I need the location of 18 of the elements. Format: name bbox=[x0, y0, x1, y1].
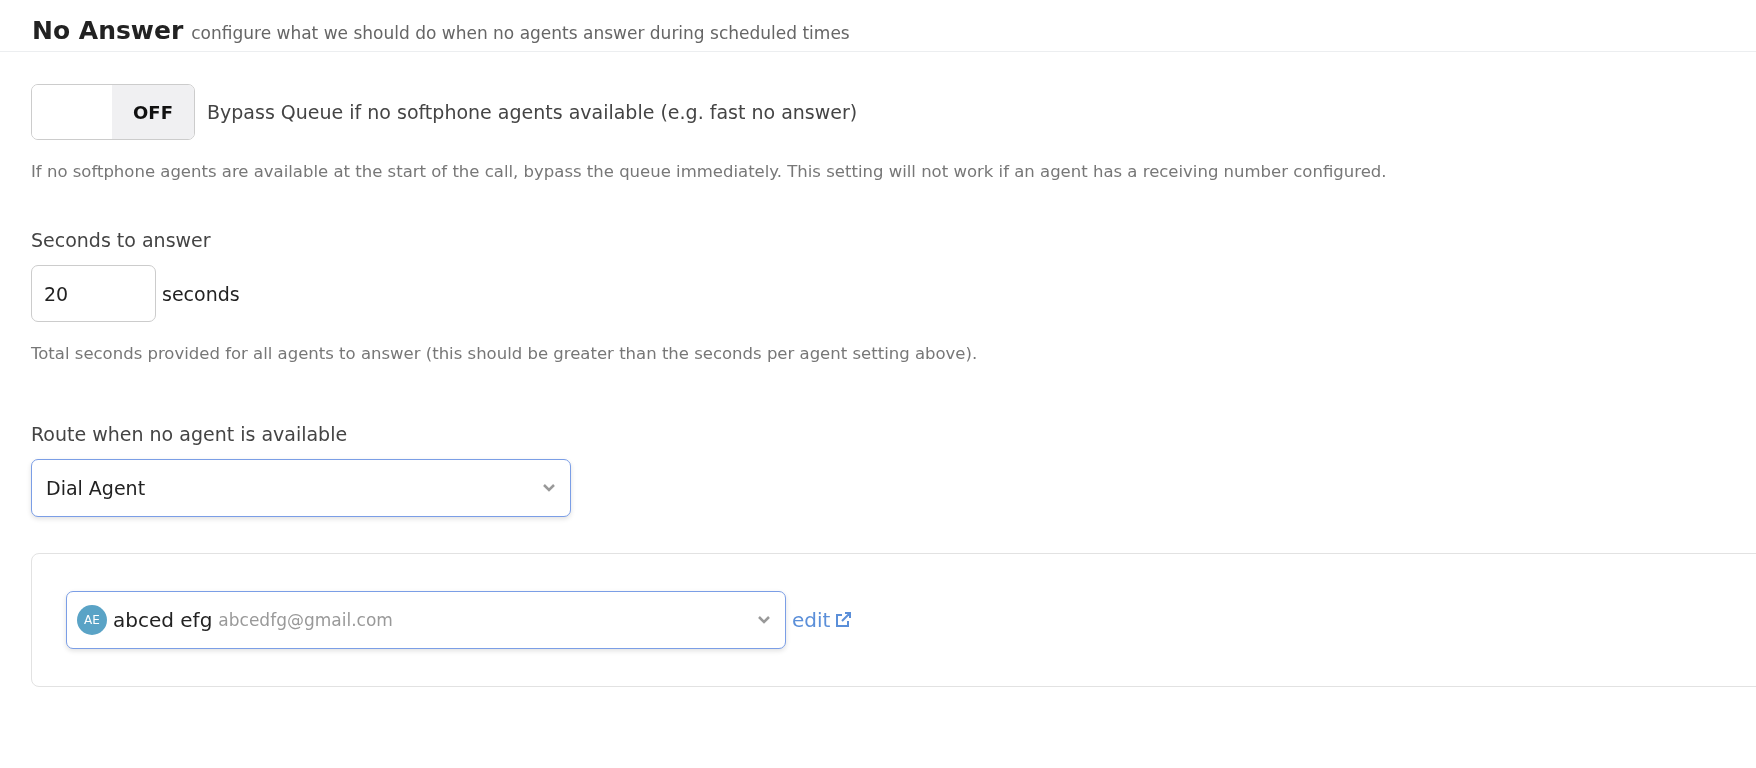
agent-dropdown[interactable]: AE abced efg abcedfg@gmail.com bbox=[66, 591, 786, 649]
help-text: Total seconds provided for all agents to answer (this should be greater than the seconds per agent setting above). bbox=[31, 344, 979, 363]
section-title: No Answer bbox=[32, 16, 184, 45]
field-label: Route when no agent is available bbox=[31, 423, 349, 445]
field-label: Seconds to answer bbox=[31, 229, 212, 251]
section-subtitle: configure what we should do when no agents answer during scheduled times bbox=[191, 23, 850, 43]
external-link-icon bbox=[834, 611, 853, 629]
avatar: AE bbox=[77, 605, 107, 635]
agent-email: abcedfg@gmail.com bbox=[218, 610, 393, 630]
unit-label: seconds bbox=[162, 282, 240, 305]
agent-name: abced efg bbox=[113, 608, 213, 632]
help-text: If no softphone agents are available at the start of the call, bypass the queue immediately. This setting will not work if an agent has a receiving number configured. bbox=[31, 162, 1388, 181]
toggle-switch[interactable]: OFF bbox=[31, 84, 195, 140]
chevron-down-icon bbox=[542, 483, 556, 493]
route-dropdown[interactable]: Dial Agent bbox=[31, 459, 571, 517]
chevron-down-icon bbox=[757, 615, 771, 625]
setting-label: Bypass Queue if no softphone agents available (e.g. fast no answer) bbox=[207, 101, 858, 123]
seconds-field[interactable]: 20 bbox=[31, 265, 156, 322]
